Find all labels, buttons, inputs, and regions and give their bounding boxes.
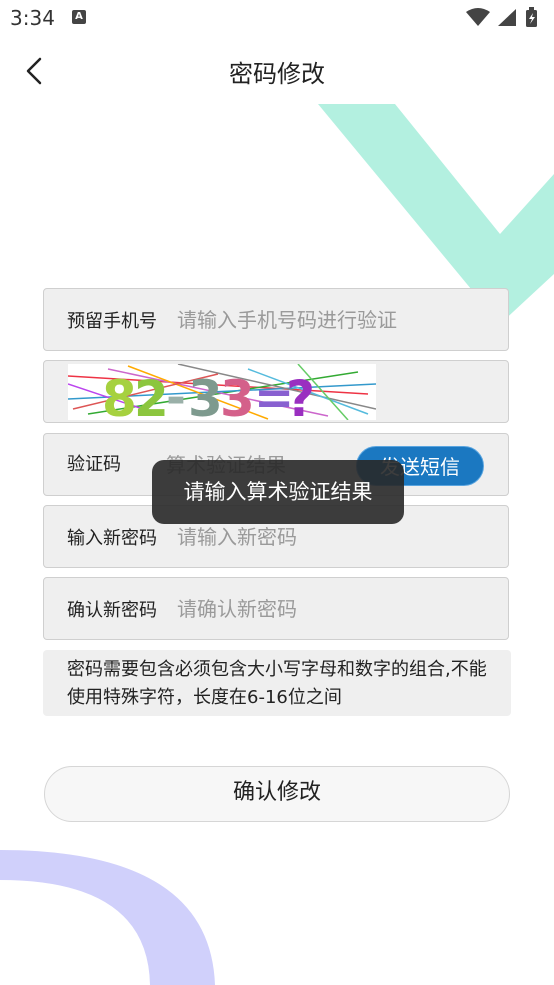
captcha-image[interactable]: 8 2 - 3 3 = ?: [68, 364, 376, 420]
captcha-char-minus: -: [166, 370, 186, 420]
captcha-row: 8 2 - 3 3 = ?: [43, 360, 509, 423]
toast-message: 请输入算术验证结果: [152, 460, 404, 524]
captcha-char-3a: 3: [188, 370, 223, 420]
phone-row: 预留手机号: [43, 288, 509, 351]
status-icons: [466, 7, 537, 27]
decorative-arc-shape: [0, 850, 215, 985]
confirm-change-button[interactable]: 确认修改: [44, 766, 510, 822]
captcha-char-question: ?: [286, 370, 315, 420]
confirm-password-input[interactable]: [177, 595, 477, 623]
password-hint-text: 密码需要包含必须包含大小写字母和数字的组合,不能使用特殊字符，长度在6-16位之…: [67, 659, 487, 708]
confirm-password-row: 确认新密码: [43, 577, 509, 640]
phone-input[interactable]: [177, 306, 477, 334]
new-password-label: 输入新密码: [67, 528, 157, 549]
captcha-char-2: 2: [134, 370, 169, 420]
confirm-password-label: 确认新密码: [67, 600, 157, 621]
status-time: 3:34: [10, 6, 55, 30]
wifi-icon: [466, 8, 490, 26]
phone-label: 预留手机号: [67, 311, 157, 332]
captcha-char-3b: 3: [220, 370, 255, 420]
verify-code-label: 验证码: [67, 454, 121, 475]
battery-icon: [526, 7, 537, 27]
signal-icon: [498, 9, 516, 26]
notification-a-icon: A: [72, 10, 86, 24]
password-hint-box: 密码需要包含必须包含大小写字母和数字的组合,不能使用特殊字符，长度在6-16位之…: [43, 650, 511, 716]
status-bar: 3:34 A: [0, 0, 554, 38]
page-title: 密码修改: [229, 60, 325, 88]
captcha-char-8: 8: [102, 370, 137, 420]
new-password-input[interactable]: [177, 523, 477, 551]
header: 密码修改: [0, 38, 554, 104]
